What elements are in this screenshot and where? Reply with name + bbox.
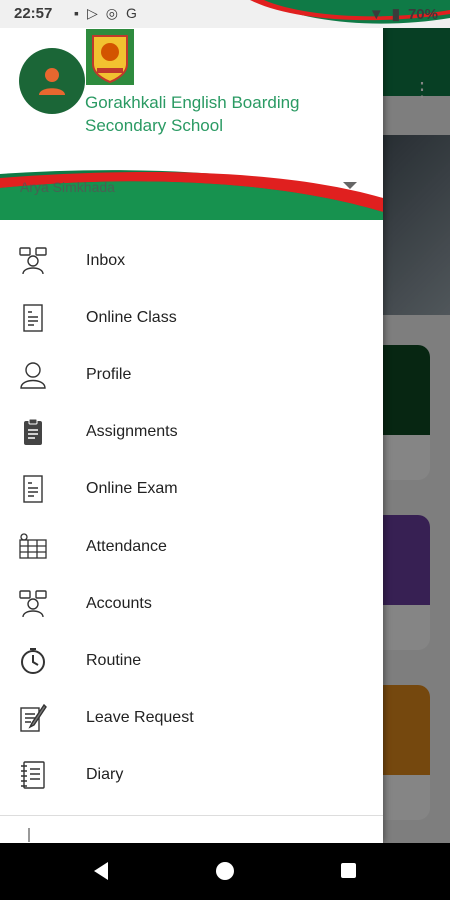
- menu-label: Diary: [86, 766, 124, 784]
- drawer-menu: Inbox Online Class Profile Assignments O…: [0, 232, 383, 804]
- menu-item-diary[interactable]: Diary: [0, 747, 383, 804]
- drawer-divider: [0, 815, 383, 816]
- recent-apps-icon[interactable]: [341, 863, 356, 878]
- google-icon: G: [125, 5, 137, 21]
- menu-label: Assignments: [86, 423, 178, 441]
- user-name[interactable]: Arya Simkhada: [20, 179, 115, 195]
- play-store-icon: ▷: [86, 5, 98, 21]
- status-right-group: ▼ ▮ 70%: [368, 5, 438, 24]
- menu-item-online-class[interactable]: Online Class: [0, 289, 383, 346]
- system-navigation-bar: [0, 843, 450, 900]
- attendance-icon: [18, 532, 48, 562]
- battery-icon: ▮: [391, 6, 400, 23]
- menu-label: Routine: [86, 651, 142, 669]
- drawer-header: Gorakhkali English Boarding Secondary Sc…: [0, 28, 383, 220]
- inbox-icon: [18, 246, 48, 276]
- menu-label: Profile: [86, 365, 132, 383]
- navigation-drawer: Gorakhkali English Boarding Secondary Sc…: [0, 28, 383, 843]
- notification-icons: ▪ ▷ ◎ G: [74, 5, 137, 22]
- wordpress-icon: ◎: [105, 5, 118, 21]
- accounts-icon: [18, 589, 48, 619]
- menu-item-leave-request[interactable]: Leave Request: [0, 690, 383, 747]
- online-class-icon: [18, 303, 48, 333]
- account-dropdown-icon[interactable]: [343, 182, 357, 189]
- menu-label: Inbox: [86, 251, 126, 269]
- image-notification-icon: ▪: [74, 5, 79, 21]
- status-time: 22:57: [14, 5, 53, 22]
- home-icon[interactable]: [216, 862, 234, 880]
- menu-item-profile[interactable]: Profile: [0, 346, 383, 403]
- share-icon[interactable]: [28, 828, 44, 842]
- online-exam-icon: [18, 474, 48, 504]
- menu-label: Leave Request: [86, 709, 194, 727]
- menu-item-accounts[interactable]: Accounts: [0, 575, 383, 632]
- wifi-icon: ▼: [368, 5, 384, 23]
- assignments-icon: [18, 417, 48, 447]
- back-icon[interactable]: [94, 862, 108, 880]
- profile-icon: [18, 360, 48, 390]
- menu-item-routine[interactable]: Routine: [0, 632, 383, 689]
- menu-label: Online Class: [86, 308, 177, 326]
- leave-request-icon: [18, 703, 48, 733]
- menu-label: Attendance: [86, 537, 167, 555]
- menu-item-online-exam[interactable]: Online Exam: [0, 461, 383, 518]
- status-bar: 22:57 ▪ ▷ ◎ G ▼ ▮ 70%: [0, 0, 450, 28]
- routine-icon: [18, 646, 48, 676]
- school-name: Gorakhkali English Boarding Secondary Sc…: [85, 93, 300, 135]
- person-icon: [39, 68, 65, 95]
- school-logo: [86, 29, 134, 85]
- user-avatar[interactable]: [19, 48, 85, 114]
- battery-percent: 70%: [407, 5, 438, 23]
- menu-label: Online Exam: [86, 480, 178, 498]
- menu-item-attendance[interactable]: Attendance: [0, 518, 383, 575]
- menu-item-assignments[interactable]: Assignments: [0, 404, 383, 461]
- menu-item-inbox[interactable]: Inbox: [0, 232, 383, 289]
- diary-icon: [18, 760, 48, 790]
- menu-label: Accounts: [86, 594, 152, 612]
